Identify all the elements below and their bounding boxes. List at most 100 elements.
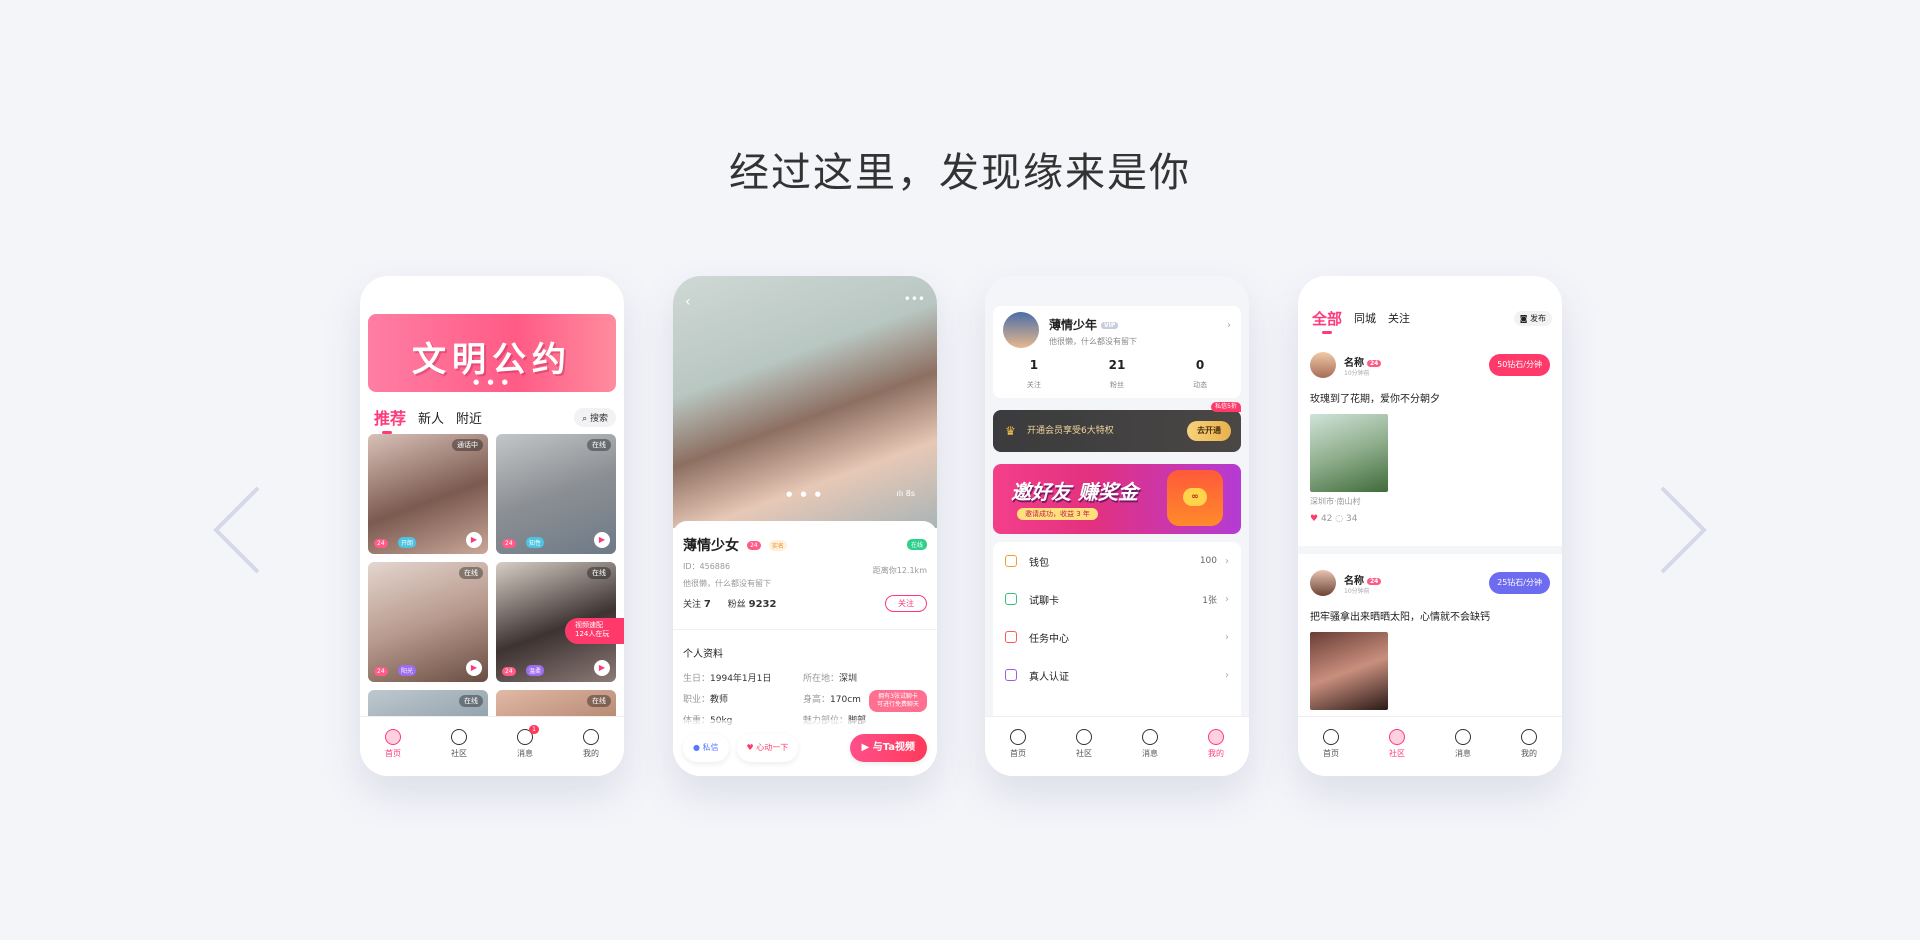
message-button[interactable]: ● 私信 xyxy=(683,734,729,762)
tab-community[interactable]: 社区 xyxy=(1377,728,1417,759)
my-signature: 他很懒，什么都没有留下 xyxy=(1049,337,1137,346)
tab-home[interactable]: 首页 xyxy=(373,728,413,759)
video-call-icon[interactable]: ▶ xyxy=(466,532,482,548)
tab-community[interactable]: 社区 xyxy=(1064,728,1104,759)
phone-profile-screen: ‹ ••• ● ● ● ılı 8s 薄情少女 24 实名 在线 ID：4568… xyxy=(673,276,937,776)
chat-icon xyxy=(1455,728,1471,745)
post-image[interactable] xyxy=(1310,632,1388,710)
chevron-right-icon: › xyxy=(1225,555,1229,567)
back-icon[interactable]: ‹ xyxy=(685,294,691,310)
profile-photo[interactable]: ‹ ••• ● ● ● ılı 8s xyxy=(673,276,937,528)
post-time: 10分钟前 xyxy=(1344,370,1370,377)
more-icon[interactable]: ••• xyxy=(904,292,925,306)
tab-following[interactable]: 关注 xyxy=(1388,310,1410,326)
stat-label: 粉丝 xyxy=(1109,381,1124,389)
phone-community-screen: 全部 同城 关注 ◙ 发布 名称 24 10分钟前 50钻石/分钟 玫瑰到了花期，爱你不… xyxy=(1298,276,1562,776)
status-badge: 在线 xyxy=(587,439,611,451)
post-actions: ♥ 42 ◌ 34 xyxy=(1310,514,1357,524)
avatar[interactable] xyxy=(1003,312,1039,348)
chevron-right-icon: › xyxy=(1227,320,1231,331)
info-item: 职业：教师 xyxy=(683,692,803,705)
tab-label: 首页 xyxy=(385,748,401,758)
phone-home-screen: 文明公约 ● ● ● 推荐 新人 附近 ⌕ 搜索 通话中 24 开朗 ▶ 在线 24 知性 ▶… xyxy=(360,276,624,776)
trial-card-tip[interactable]: 拥有3张试聊卡 可进行免费聊天 xyxy=(868,690,927,712)
vip-open-button[interactable]: 去开通 xyxy=(1187,421,1231,441)
vip-banner[interactable]: ♛ 开通会员享受6大特权 去开通 私信5折 xyxy=(993,402,1241,452)
user-card[interactable]: 通话中 24 开朗 ▶ xyxy=(368,434,488,554)
voice-intro-icon[interactable]: ılı 8s xyxy=(897,489,915,498)
profile-card[interactable]: 薄情少年 VIP 他很懒，什么都没有留下 › 1 关注 21 粉丝 0 动态 xyxy=(993,306,1241,398)
profile-name: 薄情少女 xyxy=(683,538,739,554)
page-headline: 经过这里，发现缘来是你 xyxy=(729,150,1191,196)
menu-item[interactable]: 试聊卡 1张 › xyxy=(993,580,1241,618)
tab-messages[interactable]: 消息 1 xyxy=(505,724,545,759)
heart-button[interactable]: ♥ 心动一下 xyxy=(736,734,799,762)
call-price-button[interactable]: 50钻石/分钟 xyxy=(1489,354,1550,376)
search-button[interactable]: ⌕ 搜索 xyxy=(574,407,616,427)
rules-banner[interactable]: 文明公约 ● ● ● xyxy=(368,314,616,392)
publish-label: 发布 xyxy=(1530,313,1546,323)
banner-dots: ● ● ● xyxy=(473,378,511,386)
personality-tag: 温柔 xyxy=(526,665,545,676)
publish-button[interactable]: ◙ 发布 xyxy=(1513,310,1552,326)
heart-icon xyxy=(1323,728,1339,745)
call-price-button[interactable]: 25钻石/分钟 xyxy=(1489,572,1550,594)
planet-icon xyxy=(1389,728,1405,745)
user-card[interactable]: 在线 24 知性 ▶ xyxy=(496,434,616,554)
tab-community[interactable]: 社区 xyxy=(439,728,479,759)
avatar[interactable] xyxy=(1310,352,1336,378)
video-match-tag[interactable]: 视频速配 124人在玩 xyxy=(565,618,624,644)
info-value: 教师 xyxy=(710,695,729,705)
verified-badge: 实名 xyxy=(768,540,787,551)
tab-label: 消息 xyxy=(517,748,533,758)
online-badge: 在线 xyxy=(906,539,927,550)
stat-item[interactable]: 21 粉丝 xyxy=(1109,358,1126,391)
invite-title: 邀好友 赚奖金 xyxy=(1011,480,1138,504)
tab-recommend[interactable]: 推荐 xyxy=(374,405,406,434)
tab-label: 我的 xyxy=(1521,748,1537,758)
menu-item[interactable]: 钱包 100 › xyxy=(993,542,1241,580)
video-call-button[interactable]: ▶ 与Ta视频 xyxy=(849,734,927,762)
follow-button[interactable]: 关注 xyxy=(885,595,927,612)
menu-item[interactable]: 真人认证 › xyxy=(993,656,1241,694)
signature: 他很懒，什么都没有留下 xyxy=(683,579,771,588)
tab-bar: 首页 社区 消息 我的 xyxy=(1298,716,1562,776)
tab-home[interactable]: 首页 xyxy=(998,728,1038,759)
wallet-icon xyxy=(1005,555,1017,567)
tab-bar: 首页 社区 消息 我的 xyxy=(985,716,1249,776)
stat-item[interactable]: 0 动态 xyxy=(1193,358,1207,391)
verify-icon xyxy=(1005,669,1017,681)
stat-item[interactable]: 1 关注 xyxy=(1027,358,1041,391)
community-nav: 全部 同城 关注 ◙ 发布 xyxy=(1312,306,1552,334)
post-location: 深圳市·南山村 xyxy=(1310,497,1361,506)
tab-mine[interactable]: 我的 xyxy=(571,728,611,759)
stat-value: 0 xyxy=(1195,358,1205,372)
tab-messages[interactable]: 消息 xyxy=(1443,728,1483,759)
user-card[interactable]: 在线 24 阳光 ▶ xyxy=(368,562,488,682)
info-value: 170cm xyxy=(830,695,861,705)
video-call-icon[interactable]: ▶ xyxy=(594,532,610,548)
banner-title: 文明公约 xyxy=(412,340,572,380)
tab-messages[interactable]: 消息 xyxy=(1130,728,1170,759)
invite-banner[interactable]: 邀好友 赚奖金 邀请成功，收益 3 年 ∞ xyxy=(993,464,1241,534)
info-key: 身高： xyxy=(803,695,831,705)
personality-tag: 知性 xyxy=(526,537,545,548)
prev-arrow-icon[interactable] xyxy=(208,480,268,580)
tab-nearby[interactable]: 附近 xyxy=(456,408,482,427)
tab-same-city[interactable]: 同城 xyxy=(1354,310,1376,326)
video-call-icon[interactable]: ▶ xyxy=(594,660,610,676)
chat-icon xyxy=(1142,728,1158,745)
tab-mine[interactable]: 我的 xyxy=(1196,728,1236,759)
tab-all[interactable]: 全部 xyxy=(1312,308,1342,334)
video-call-icon[interactable]: ▶ xyxy=(466,660,482,676)
status-badge: 在线 xyxy=(587,695,611,707)
like-icon[interactable]: ♥ xyxy=(1310,514,1321,524)
tab-mine[interactable]: 我的 xyxy=(1509,728,1549,759)
next-arrow-icon[interactable] xyxy=(1652,480,1712,580)
menu-item[interactable]: 任务中心 › xyxy=(993,618,1241,656)
comment-icon[interactable]: ◌ xyxy=(1335,514,1346,524)
tab-home[interactable]: 首页 xyxy=(1311,728,1351,759)
avatar[interactable] xyxy=(1310,570,1336,596)
tab-new[interactable]: 新人 xyxy=(418,408,444,427)
post-image[interactable] xyxy=(1310,414,1388,492)
